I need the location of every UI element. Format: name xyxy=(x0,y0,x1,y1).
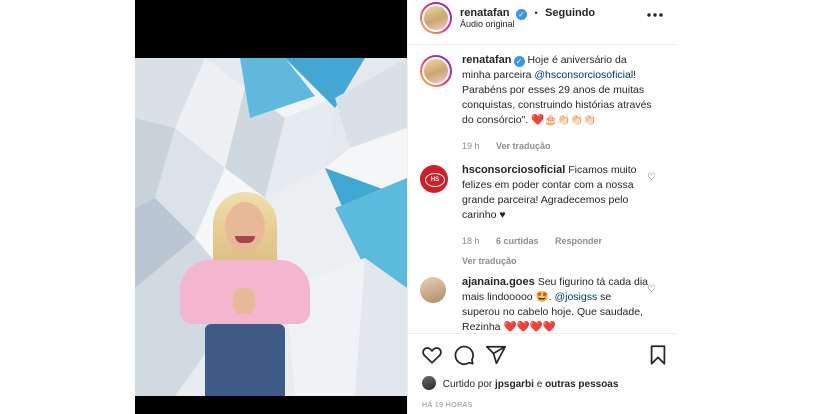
instagram-post-modal: renatafan ✓ • Seguindo Áudio original re… xyxy=(135,0,677,414)
verified-badge-icon: ✓ xyxy=(515,9,527,20)
post-video[interactable] xyxy=(135,0,407,414)
video-frame xyxy=(135,58,407,396)
caption-time[interactable]: 19 h xyxy=(462,141,480,151)
reply-button[interactable]: Responder xyxy=(555,236,602,246)
post-actions-bar xyxy=(408,333,677,374)
verified-badge-icon: ✓ xyxy=(513,56,525,67)
comment-username[interactable]: ajanaina.goes xyxy=(462,276,535,288)
author-username[interactable]: renatafan xyxy=(460,7,510,19)
comment-like-heart-icon[interactable]: ♡ xyxy=(647,285,657,295)
liked-by-others-link[interactable]: outras pessoas xyxy=(545,379,618,390)
comment-likes[interactable]: 6 curtidas xyxy=(496,236,539,246)
author-avatar[interactable] xyxy=(420,2,452,34)
comment-avatar[interactable]: HS xyxy=(420,165,448,193)
comment-mention-link[interactable]: @josigss xyxy=(554,291,597,303)
caption-username[interactable]: renatafan xyxy=(462,54,512,66)
caption-avatar[interactable] xyxy=(420,55,452,87)
audio-link[interactable]: Áudio original xyxy=(460,19,515,29)
comments-list[interactable]: renatafan ✓ Hoje é aniversário da minha p… xyxy=(408,45,677,333)
comment-username[interactable]: hsconsorciosoficial xyxy=(462,164,565,176)
post-timestamp[interactable]: HÁ 19 HORAS xyxy=(422,402,473,409)
header-separator: • xyxy=(534,8,538,18)
liker-avatar[interactable] xyxy=(422,376,436,390)
comment-avatar[interactable] xyxy=(420,277,446,303)
liked-by-prefix: Curtido por xyxy=(442,379,493,390)
comment-like-heart-icon[interactable]: ♡ xyxy=(647,173,657,183)
presenter xyxy=(175,188,315,396)
comment-icon[interactable] xyxy=(453,344,475,366)
like-heart-icon[interactable] xyxy=(421,344,443,366)
post-sidebar: renatafan ✓ • Seguindo Áudio original re… xyxy=(407,0,677,414)
caption-mention-link[interactable]: @hsconsorciosoficial xyxy=(534,69,633,81)
save-bookmark-icon[interactable] xyxy=(647,344,669,366)
caption-translate-link[interactable]: Ver tradução xyxy=(496,141,551,151)
liked-by-user-link[interactable]: jpsgarbi xyxy=(495,379,534,390)
liked-by: Curtido por jpsgarbi e outras pessoas xyxy=(422,376,618,390)
more-options-icon[interactable] xyxy=(644,8,666,20)
comment-translate-link[interactable]: Ver tradução xyxy=(462,256,517,266)
liked-by-joiner: e xyxy=(536,379,543,390)
post-header: renatafan ✓ • Seguindo Áudio original xyxy=(408,0,677,45)
comment-time[interactable]: 18 h xyxy=(462,236,480,246)
share-paper-plane-icon[interactable] xyxy=(485,344,507,366)
hs-logo-icon: HS xyxy=(425,173,445,187)
following-button[interactable]: Seguindo xyxy=(545,7,595,19)
